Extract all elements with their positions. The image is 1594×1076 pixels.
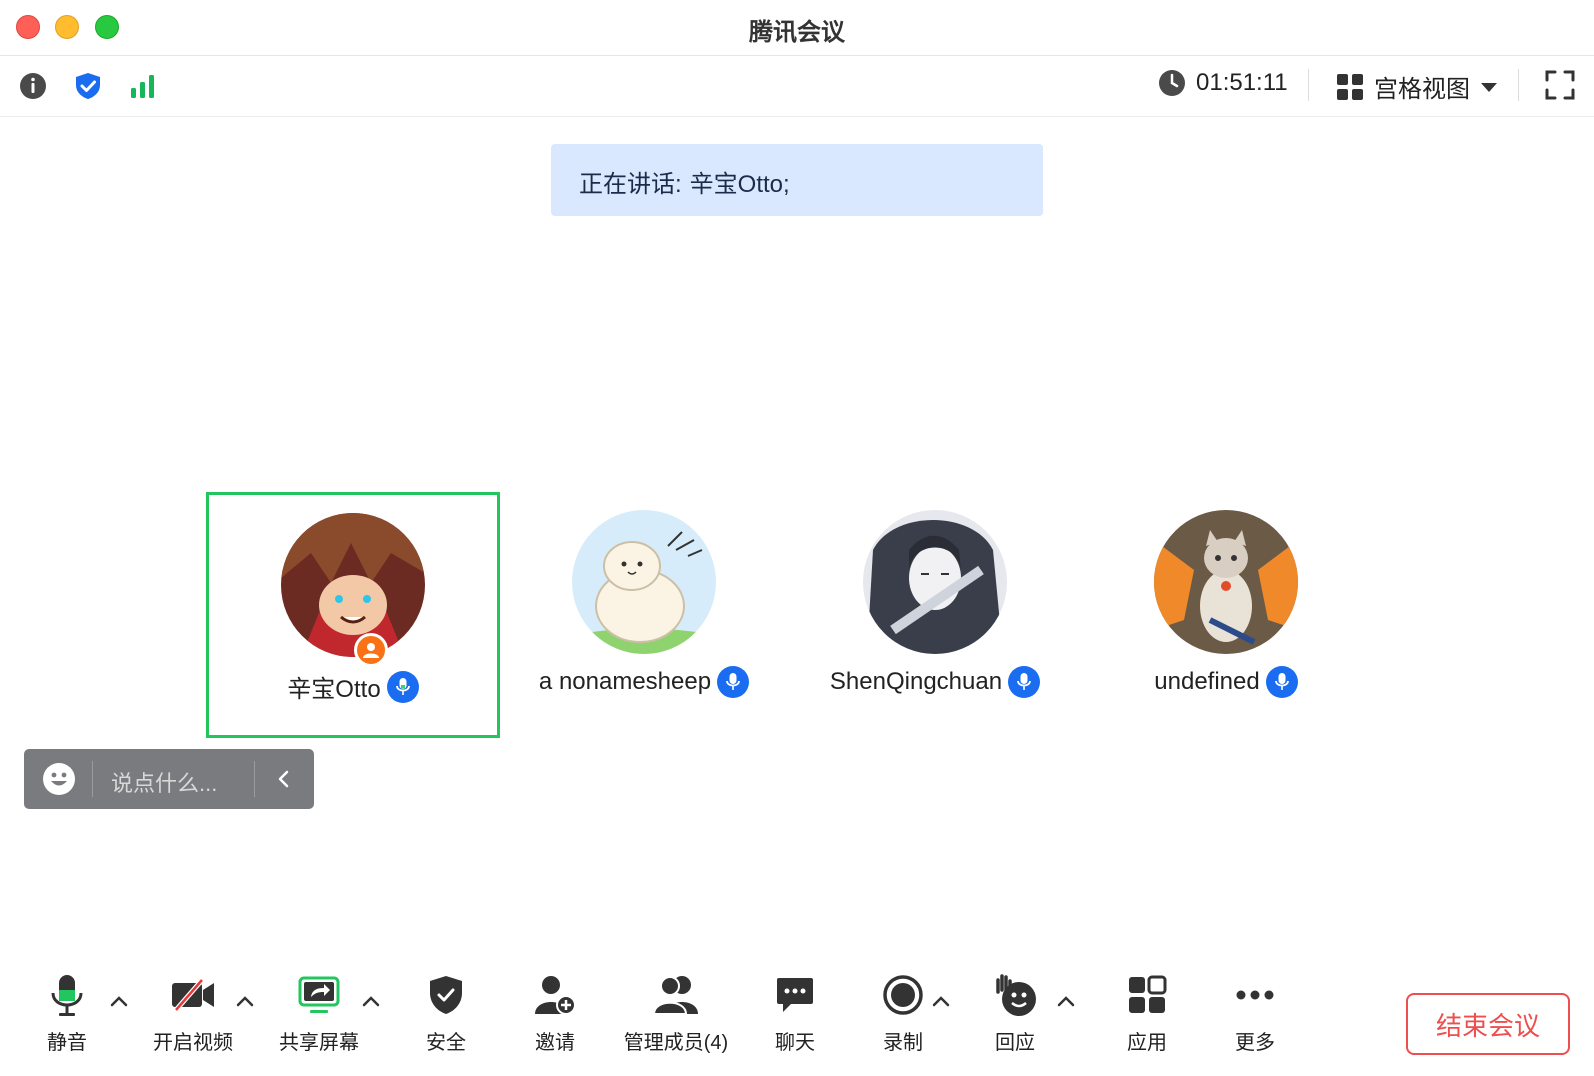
- participant-name: ShenQingchuan: [829, 668, 1003, 695]
- participant-name-row: ShenQingchuan: [788, 666, 1082, 698]
- mic-on-badge: [717, 666, 750, 698]
- toolbar-label: 管理成员(4): [623, 1032, 729, 1054]
- toolbar-label: 开启视频: [153, 1032, 233, 1054]
- toolbar-label: 回应: [995, 1032, 1035, 1054]
- title-bar: 腾讯会议: [0, 0, 1594, 56]
- more-dots-icon: [1236, 990, 1274, 1000]
- invite-button[interactable]: 邀请: [500, 970, 610, 1055]
- speaking-names: 辛宝Otto;: [689, 171, 790, 198]
- fullscreen-icon[interactable]: [1544, 69, 1576, 101]
- apps-button[interactable]: 应用: [1092, 970, 1202, 1055]
- participant-name: a nonamesheep: [538, 668, 712, 695]
- members-icon: [652, 976, 698, 1015]
- divider: [254, 761, 255, 797]
- toolbar-label: 静音: [47, 1032, 87, 1054]
- chevron-left-icon[interactable]: [270, 765, 298, 793]
- reaction-button[interactable]: 回应: [960, 970, 1070, 1055]
- participant-name-row: a nonamesheep: [497, 666, 791, 698]
- shield-check-icon[interactable]: [73, 71, 103, 101]
- participant-tile[interactable]: undefined: [1079, 492, 1373, 738]
- active-speaker-banner: 正在讲话: 辛宝Otto;: [551, 144, 1043, 216]
- participant-tile[interactable]: 辛宝Otto: [206, 492, 500, 738]
- microphone-icon: [1017, 673, 1031, 690]
- divider: [1308, 69, 1309, 101]
- grid-view-icon: [1337, 73, 1363, 100]
- microphone-icon: [395, 677, 410, 695]
- mute-button[interactable]: 静音: [12, 970, 122, 1055]
- meeting-info-bar: 01:51:11 宫格视图: [0, 57, 1594, 117]
- speaking-label: 正在讲话:: [579, 171, 682, 198]
- record-icon: [883, 975, 923, 1015]
- participant-tile[interactable]: a nonamesheep: [497, 492, 791, 738]
- meeting-timer: 01:51:11: [1158, 69, 1288, 97]
- chevron-up-icon[interactable]: [234, 990, 256, 1012]
- participant-name-row: undefined: [1079, 666, 1373, 698]
- microphone-icon: [51, 975, 83, 1016]
- chat-bubble-icon: [777, 978, 813, 1012]
- emoji-icon[interactable]: [42, 762, 76, 796]
- participant-name-row: 辛宝Otto: [209, 669, 497, 704]
- mic-on-badge: [386, 670, 419, 703]
- microphone-icon: [726, 673, 740, 690]
- more-button[interactable]: 更多: [1200, 970, 1310, 1055]
- chevron-up-icon[interactable]: [1055, 990, 1077, 1012]
- timer-text: 01:51:11: [1196, 69, 1288, 96]
- avatar: [281, 513, 425, 657]
- chevron-up-icon[interactable]: [108, 990, 130, 1012]
- chat-button[interactable]: 聊天: [740, 970, 850, 1055]
- divider: [1518, 69, 1519, 101]
- info-icon[interactable]: [18, 71, 48, 101]
- shield-icon: [430, 976, 462, 1014]
- quick-chat-bar: 说点什么...: [24, 749, 314, 809]
- toolbar-label: 邀请: [535, 1032, 575, 1054]
- security-button[interactable]: 安全: [391, 970, 501, 1055]
- mic-on-badge: [1265, 666, 1298, 698]
- caret-down-icon: [1481, 82, 1497, 92]
- chat-input[interactable]: 说点什么...: [111, 766, 217, 798]
- host-badge: [354, 633, 388, 667]
- participant-name: undefined: [1154, 668, 1260, 695]
- share-screen-button[interactable]: 共享屏幕: [264, 970, 374, 1055]
- chevron-up-icon[interactable]: [930, 990, 952, 1012]
- avatar: [1154, 510, 1298, 654]
- start-video-button[interactable]: 开启视频: [138, 970, 248, 1055]
- reaction-hand-icon: [996, 974, 1036, 1016]
- toolbar-label: 应用: [1127, 1032, 1167, 1054]
- host-person-icon: [363, 643, 379, 658]
- apps-grid-icon: [1129, 975, 1167, 1013]
- avatar: [863, 510, 1007, 654]
- clock-icon: [1159, 70, 1185, 96]
- video-off-icon: [172, 978, 214, 1012]
- divider: [92, 761, 93, 797]
- signal-bars-icon[interactable]: [128, 71, 158, 101]
- chevron-up-icon[interactable]: [360, 990, 382, 1012]
- participant-tile[interactable]: ShenQingchuan: [788, 492, 1082, 738]
- window-title: 腾讯会议: [749, 19, 845, 46]
- participant-name: 辛宝Otto: [287, 676, 381, 703]
- manage-members-button[interactable]: 管理成员(4): [606, 970, 746, 1055]
- microphone-icon: [1274, 673, 1289, 690]
- meeting-toolbar: 静音 开启视频 共享屏幕 安全 邀请 管理成员(4) 聊天 录制 回应 应用 更…: [0, 970, 1594, 1076]
- record-button[interactable]: 录制: [848, 970, 958, 1055]
- invite-user-icon: [535, 976, 576, 1015]
- toolbar-label: 录制: [883, 1032, 923, 1054]
- toolbar-label: 共享屏幕: [279, 1032, 359, 1054]
- toolbar-label: 安全: [426, 1032, 466, 1054]
- end-meeting-button[interactable]: 结束会议: [1406, 993, 1570, 1055]
- toolbar-label: 聊天: [775, 1032, 815, 1054]
- mic-on-badge: [1008, 666, 1041, 698]
- avatar: [572, 510, 716, 654]
- toolbar-label: 更多: [1235, 1032, 1275, 1054]
- share-screen-icon: [298, 976, 340, 1013]
- view-mode-dropdown[interactable]: 宫格视图: [1336, 69, 1498, 104]
- view-mode-label: 宫格视图: [1374, 76, 1470, 103]
